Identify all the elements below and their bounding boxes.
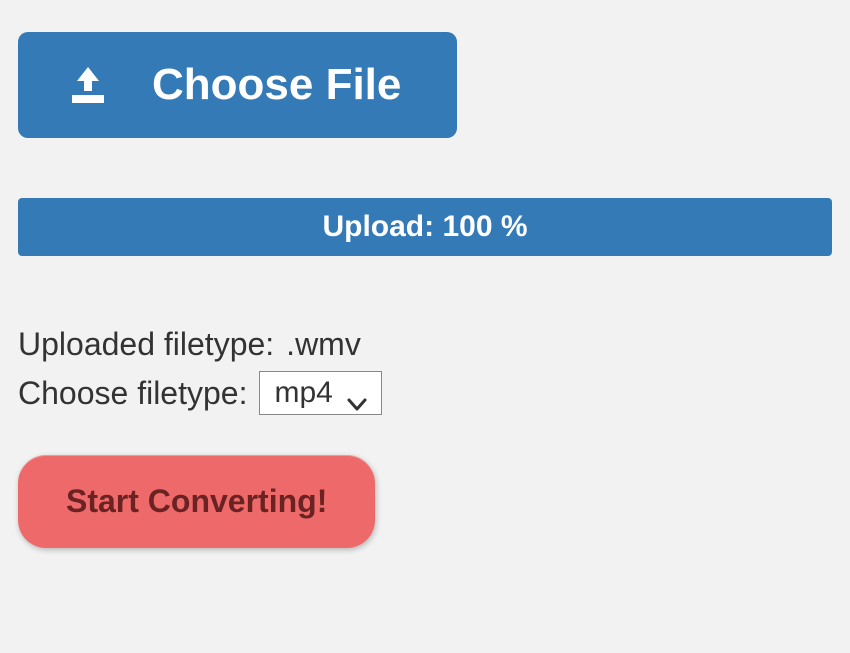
start-converting-label: Start Converting!: [66, 483, 327, 519]
filetype-select-value: mp4: [274, 376, 332, 410]
start-converting-button[interactable]: Start Converting!: [18, 455, 375, 548]
choose-filetype-row: Choose filetype: mp4: [18, 371, 832, 415]
upload-status-text: Upload: 100 %: [322, 210, 527, 243]
uploaded-filetype-row: Uploaded filetype: .wmv: [18, 326, 832, 363]
choose-file-button[interactable]: Choose File: [18, 32, 457, 138]
choose-filetype-label: Choose filetype:: [18, 375, 247, 412]
uploaded-filetype-label: Uploaded filetype:: [18, 326, 274, 363]
uploaded-filetype-value: .wmv: [286, 326, 361, 363]
upload-icon: [66, 65, 110, 105]
file-info-section: Uploaded filetype: .wmv Choose filetype:…: [18, 326, 832, 548]
filetype-select[interactable]: mp4: [259, 371, 381, 415]
choose-file-label: Choose File: [152, 60, 401, 110]
upload-progress-bar: Upload: 100 %: [18, 198, 832, 256]
chevron-down-icon: [347, 386, 367, 400]
